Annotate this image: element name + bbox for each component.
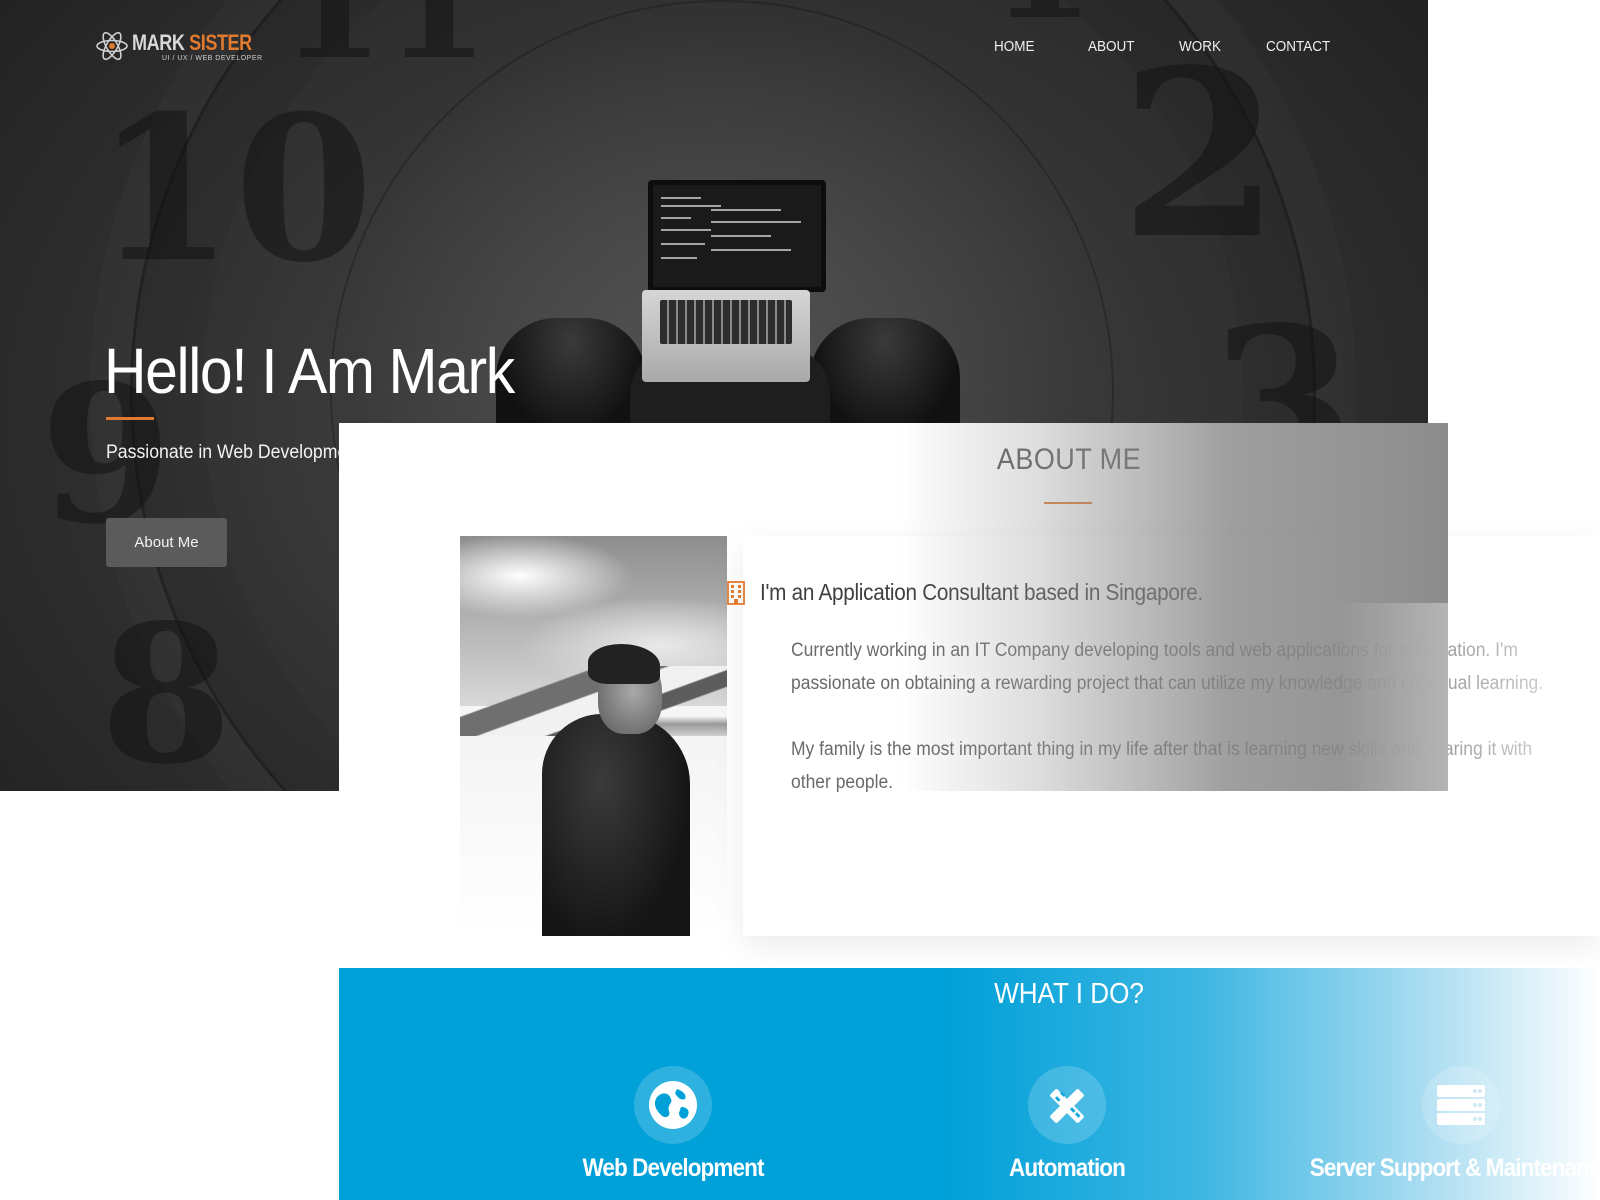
nav-contact-link[interactable]: CONTACT bbox=[1266, 38, 1338, 55]
atom-icon bbox=[96, 31, 128, 61]
profile-photo bbox=[460, 536, 727, 936]
clock-numeral: 10 bbox=[95, 72, 374, 307]
service-automation: Automation bbox=[897, 1066, 1237, 1183]
service-label: Server Support & Maintenance bbox=[1309, 1154, 1600, 1182]
about-heading: I'm an Application Consultant based in S… bbox=[760, 579, 1203, 605]
service-server-support: Server Support & Maintenance bbox=[1291, 1066, 1600, 1183]
main-nav: HOME ABOUT WORK CONTACT bbox=[994, 38, 1346, 55]
hero-subtitle: Passionate in Web Development bbox=[106, 442, 363, 463]
laptop-keyboard-image bbox=[660, 300, 792, 344]
about-title: ABOUT ME bbox=[996, 443, 1142, 476]
clock-numeral: 2 bbox=[1120, 20, 1281, 290]
logo-name-first: MARK bbox=[132, 30, 185, 55]
about-paragraph: My family is the most important thing in… bbox=[791, 739, 1533, 793]
service-web-development: Web Development bbox=[503, 1066, 843, 1183]
service-icon-wrapper bbox=[1028, 1066, 1106, 1144]
hero-title: Hello! I Am Mark bbox=[104, 335, 515, 407]
logo-wordmark: MARK SISTER bbox=[132, 32, 252, 54]
logo-tagline: UI / UX / WEB DEVELOPER bbox=[162, 55, 263, 62]
service-label: Web Development bbox=[582, 1154, 764, 1182]
service-icon-wrapper bbox=[634, 1066, 712, 1144]
about-paragraph: Currently working in an IT Company devel… bbox=[791, 640, 1544, 694]
clock-numeral: 1 bbox=[990, 0, 1094, 40]
server-icon bbox=[1437, 1085, 1485, 1125]
clock-numeral: 8 bbox=[100, 583, 233, 791]
nav-work-link[interactable]: WORK bbox=[1179, 38, 1257, 55]
chair-armrest-right bbox=[810, 318, 960, 438]
pencil-ruler-icon bbox=[1050, 1089, 1084, 1123]
nav-home-link[interactable]: HOME bbox=[994, 38, 1079, 55]
about-heading-row: I'm an Application Consultant based in S… bbox=[726, 579, 1252, 606]
globe-icon bbox=[649, 1081, 697, 1129]
about-me-button[interactable]: About Me bbox=[106, 518, 227, 567]
clock-numeral: 11 bbox=[280, 0, 489, 93]
chair-armrest-left bbox=[496, 318, 646, 438]
laptop-screen-image bbox=[648, 180, 826, 292]
logo-name-last: SISTER bbox=[189, 30, 252, 55]
about-section: ABOUT ME I'm an Application Consultant b… bbox=[339, 423, 1600, 968]
about-title-underline bbox=[1044, 502, 1092, 504]
building-icon bbox=[727, 580, 745, 605]
services-section: WHAT I DO? Web Development Automation Se… bbox=[339, 968, 1600, 1200]
services-title: WHAT I DO? bbox=[994, 978, 1144, 1010]
service-label: Automation bbox=[1009, 1154, 1126, 1182]
nav-about-link[interactable]: ABOUT bbox=[1088, 38, 1170, 55]
hero-title-underline bbox=[106, 417, 154, 420]
service-icon-wrapper bbox=[1422, 1066, 1500, 1144]
site-logo[interactable]: MARK SISTER UI / UX / WEB DEVELOPER bbox=[95, 28, 278, 64]
